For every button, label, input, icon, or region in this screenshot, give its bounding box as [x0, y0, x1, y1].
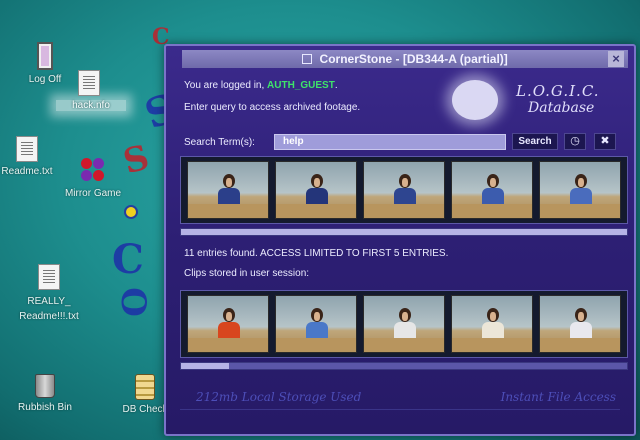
logo-subtitle: Database — [528, 100, 595, 116]
text-file-icon — [78, 70, 100, 96]
mirror-game-icon — [79, 156, 107, 184]
search-label: Search Term(s): — [184, 137, 255, 148]
desktop-icon-label: REALLY_ Readme!!!.txt — [19, 296, 79, 322]
storage-used-text: 212mb Local Storage Used — [196, 390, 362, 404]
results-message: 11 entries found. ACCESS LIMITED TO FIRS… — [184, 248, 449, 259]
instructions-text: Enter query to access archived footage. — [184, 102, 361, 113]
desk-shape — [540, 338, 620, 352]
window-app-icon — [302, 54, 313, 64]
stored-scrollbar[interactable] — [180, 362, 628, 370]
desk-shape — [188, 204, 268, 218]
login-suffix: . — [334, 80, 338, 91]
stored-clip-3[interactable] — [363, 295, 445, 353]
tools-icon: ✖ — [600, 135, 610, 147]
trash-icon — [35, 374, 55, 398]
scrollbar-thumb[interactable] — [181, 363, 229, 369]
stored-clips-strip — [180, 290, 628, 358]
login-prefix: You are logged in, — [184, 80, 268, 91]
clips-label: Clips stored in user session: — [184, 268, 310, 279]
desk-shape — [276, 204, 356, 218]
logo-title: L.O.G.I.C. — [516, 82, 600, 100]
door-icon — [37, 42, 53, 70]
desktop-icon-mirror-game[interactable]: Mirror Game — [48, 156, 138, 199]
database-icon — [135, 374, 155, 400]
result-clip-5[interactable] — [539, 161, 621, 219]
history-button[interactable]: ◷ — [564, 133, 586, 150]
cornerstone-window: CornerStone - [DB344-A (partial)] × You … — [164, 44, 636, 436]
desktop-icon-label: Rubbish Bin — [18, 402, 72, 413]
stored-clip-2[interactable] — [275, 295, 357, 353]
text-file-icon — [38, 264, 60, 290]
result-clip-3[interactable] — [363, 161, 445, 219]
instant-file-access-text: Instant File Access — [500, 390, 616, 404]
window-titlebar[interactable]: CornerStone - [DB344-A (partial)] × — [182, 50, 628, 68]
search-button[interactable]: Search — [512, 133, 558, 150]
desk-shape — [364, 338, 444, 352]
username: AUTH_GUEST — [267, 80, 335, 91]
desktop-icon-label: hack.nfo — [56, 100, 126, 111]
settings-button[interactable]: ✖ — [594, 133, 616, 150]
result-clip-1[interactable] — [187, 161, 269, 219]
logic-database-logo: L.O.G.I.C. Database — [452, 76, 622, 126]
text-file-icon — [16, 136, 38, 162]
results-scrollbar[interactable] — [180, 228, 628, 236]
login-status: You are logged in, AUTH_GUEST. — [184, 80, 338, 91]
close-button[interactable]: × — [608, 51, 624, 67]
desk-shape — [540, 204, 620, 218]
wallpaper-logo-o: O — [112, 287, 153, 317]
desk-shape — [452, 204, 532, 218]
close-icon: × — [612, 51, 620, 66]
search-results-strip — [180, 156, 628, 224]
wallpaper-logo-c: C — [112, 236, 144, 283]
desk-shape — [276, 338, 356, 352]
desk-shape — [452, 338, 532, 352]
seal-icon — [452, 80, 498, 120]
stored-clip-4[interactable] — [451, 295, 533, 353]
yellow-dot-icon — [124, 205, 138, 219]
desktop-icon-hack-nfo[interactable]: hack.nfo — [42, 70, 132, 111]
stored-clip-1[interactable] — [187, 295, 269, 353]
desk-shape — [188, 338, 268, 352]
desktop-icon-really-readme[interactable]: REALLY_ Readme!!!.txt — [4, 264, 94, 324]
result-clip-2[interactable] — [275, 161, 357, 219]
desktop-icon-rubbish-bin[interactable]: Rubbish Bin — [0, 374, 90, 413]
stored-clip-5[interactable] — [539, 295, 621, 353]
result-clip-4[interactable] — [451, 161, 533, 219]
desktop-icon-label: Mirror Game — [64, 188, 122, 199]
search-input[interactable]: help — [274, 134, 506, 150]
clock-icon: ◷ — [570, 135, 580, 147]
desk-shape — [364, 204, 444, 218]
window-title: CornerStone - [DB344-A (partial)] — [319, 52, 508, 66]
footer-divider — [180, 409, 620, 410]
scrollbar-thumb[interactable] — [181, 229, 627, 235]
